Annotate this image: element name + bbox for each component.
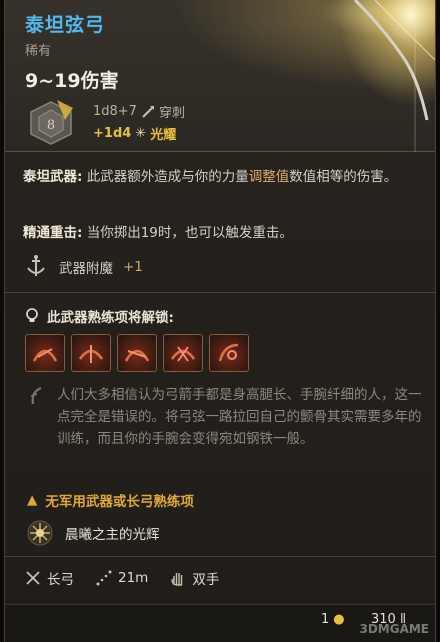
quill-icon [30, 386, 42, 405]
enchantment-icon [27, 255, 45, 276]
weapon-actions-row [25, 334, 249, 372]
base-damage-dice: 1d8+7 [93, 104, 137, 119]
range-icon [96, 570, 112, 586]
proficiency-warning: ▲ 无军用武器或长弓熟练项 [27, 490, 194, 510]
piercing-icon [142, 105, 154, 118]
radiant-icon: ✳ [135, 126, 147, 141]
price-value: 1 [321, 612, 330, 627]
mastery-crit-passive: 精通重击: 当你掷出19时，也可以触发重击。 [23, 222, 423, 244]
warning-text: 无军用武器或长弓熟练项 [45, 494, 194, 510]
weapon-range: 21m [118, 570, 149, 586]
damage-range: 9~19伤害 [25, 70, 119, 92]
base-damage-line: 1d8+7 穿刺 [93, 102, 185, 121]
weapon-enchantment: 武器附魔 +1 [23, 254, 143, 280]
action-icon-5[interactable] [209, 334, 249, 372]
enchantment-value: +1 [123, 259, 143, 275]
item-rarity: 稀有 [25, 44, 52, 59]
titan-label: 泰坦武器: [23, 169, 83, 185]
divider [5, 292, 435, 293]
weapon-type: 长弓 [47, 572, 74, 588]
action-icon-1[interactable] [25, 334, 65, 372]
crossed-weapons-icon [26, 571, 40, 585]
proficiency-header: 此武器熟练项将解锁: [25, 306, 174, 326]
titan-highlight: 调整值 [248, 169, 290, 185]
special-property: 晨曦之主的光辉 [27, 520, 160, 546]
action-icon-2[interactable] [71, 334, 111, 372]
svg-text:8: 8 [47, 118, 55, 133]
item-tooltip: 泰坦弦弓 稀有 9~19伤害 8 1d8+7 穿刺 +1d4 ✳ 光耀 泰坦武器… [4, 0, 436, 642]
weapon-stats-row: 长弓 21m 双手 [25, 568, 219, 588]
hand-icon [171, 573, 183, 586]
lore-text: 人们大多相信认为弓箭手都是身高腿长、手腕纤细的人，这一点完全是错误的。将弓弦一路… [57, 387, 422, 447]
tooltip-header: 泰坦弦弓 稀有 9~19伤害 8 1d8+7 穿刺 +1d4 ✳ 光耀 [5, 0, 435, 152]
bow-glow-decoration [315, 0, 435, 152]
enchantment-label: 武器附魔 [59, 261, 113, 277]
action-icon-4[interactable] [163, 334, 203, 372]
divider [5, 556, 435, 557]
bonus-damage-type: 光耀 [150, 128, 177, 143]
bonus-damage-line: +1d4 ✳ 光耀 [93, 124, 176, 143]
base-damage-type: 穿刺 [158, 106, 185, 121]
price: 1 ● [321, 612, 345, 627]
gold-coin-icon: ● [333, 612, 345, 627]
special-property-name: 晨曦之主的光辉 [65, 527, 160, 543]
d8-dice-icon: 8 [30, 100, 73, 145]
titan-text-b: 数值相等的伤害。 [289, 169, 398, 185]
weapon-handedness: 双手 [192, 572, 220, 588]
warning-icon: ▲ [27, 492, 38, 508]
action-icon-3[interactable] [117, 334, 157, 372]
watermark: 3DMGAME [359, 622, 429, 636]
radiance-icon [27, 520, 53, 546]
titan-weapon-passive: 泰坦武器: 此武器额外造成与你的力量调整值数值相等的伤害。 [23, 166, 423, 188]
bonus-damage-dice: +1d4 [93, 126, 132, 141]
item-name: 泰坦弦弓 [25, 14, 106, 36]
crit-label: 精通重击: [23, 225, 83, 241]
titan-text-a: 此武器额外造成与你的力量 [82, 169, 249, 185]
lightbulb-icon [26, 308, 38, 322]
crit-text: 当你掷出19时，也可以触发重击。 [82, 225, 293, 241]
proficiency-title: 此武器熟练项将解锁: [47, 310, 174, 326]
